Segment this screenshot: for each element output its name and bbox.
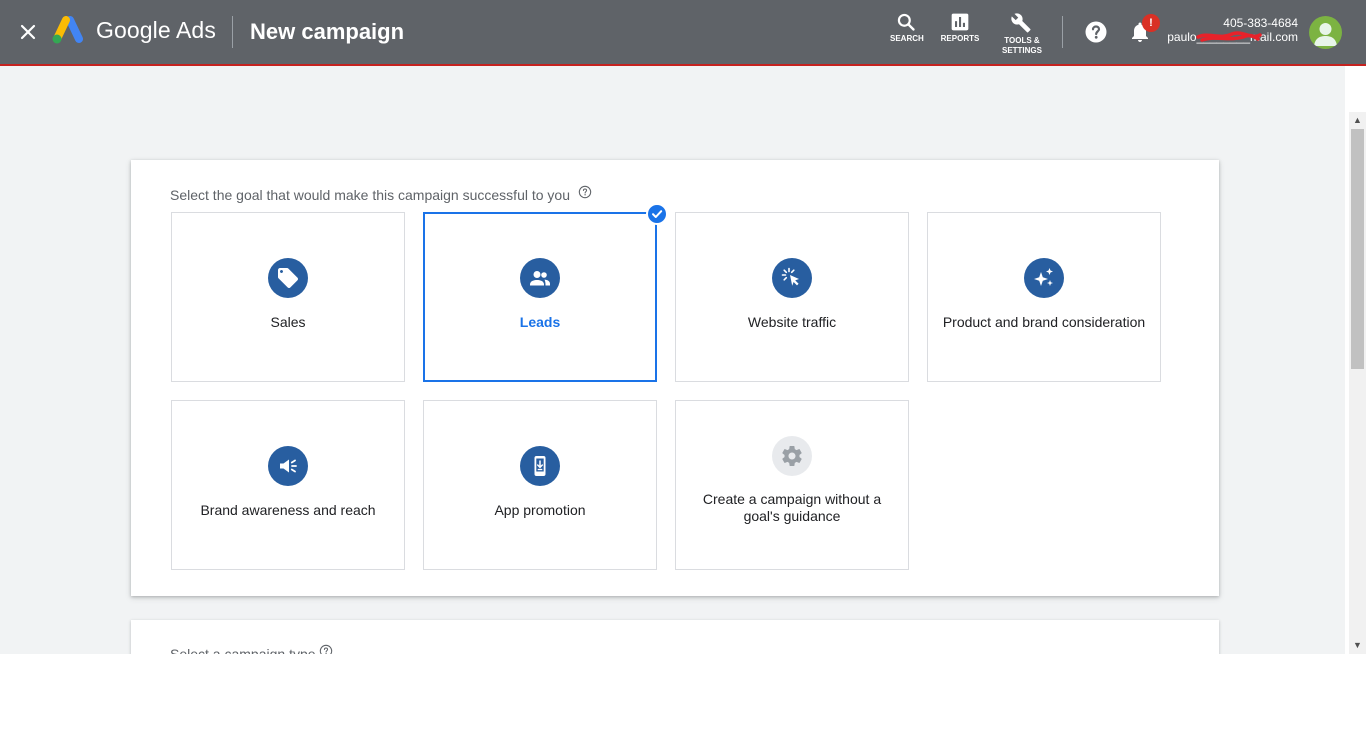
goal-label: Sales [270, 314, 306, 330]
tools-label-line2: SETTINGS [1001, 46, 1042, 55]
wrench-icon [1011, 13, 1031, 33]
goal-tile-no-guidance[interactable]: Create a campaign without a goal's guida… [675, 400, 909, 570]
scroll-up-arrow-icon[interactable]: ▲ [1349, 112, 1366, 129]
goal-tile-website-traffic[interactable]: Website traffic [675, 212, 909, 382]
goal-label: Create a campaign without a goal's guida… [702, 491, 882, 524]
top-bar: Google Ads New campaign SEARCH REPORTS T… [0, 0, 1366, 66]
reports-label: REPORTS [940, 34, 980, 43]
reports-icon [951, 13, 969, 31]
goal-label: Brand awareness and reach [200, 502, 376, 518]
search-icon [897, 13, 915, 31]
header-separator [1062, 16, 1063, 48]
goal-label: Website traffic [747, 314, 837, 330]
redaction-scribble [1196, 31, 1262, 42]
search-button[interactable]: SEARCH [890, 12, 924, 44]
scrollbar-thumb[interactable] [1351, 129, 1364, 369]
header-divider [232, 16, 233, 48]
page-title: New campaign [250, 19, 405, 44]
goal-tile-brand-awareness-reach[interactable]: Brand awareness and reach [171, 400, 405, 570]
avatar[interactable] [1309, 16, 1342, 49]
tag-icon [268, 258, 308, 298]
goal-tile-sales[interactable]: Sales [171, 212, 405, 382]
selected-check-icon [646, 203, 668, 225]
goal-label: App promotion [494, 502, 586, 518]
notification-badge: ! [1142, 14, 1160, 32]
sparkle-icon [1024, 258, 1064, 298]
goal-tile-product-brand-consideration[interactable]: Product and brand consideration [927, 212, 1161, 382]
help-circle-icon[interactable] [319, 644, 333, 654]
below-viewport-area [0, 654, 1366, 730]
google-ads-logo-icon [52, 16, 83, 44]
campaign-type-prompt: Select a campaign type [170, 646, 316, 654]
goal-tile-app-promotion[interactable]: App promotion [423, 400, 657, 570]
brand-name: Google Ads [96, 17, 216, 43]
search-label: SEARCH [890, 34, 924, 43]
goal-prompt: Select the goal that would make this cam… [170, 187, 570, 203]
megaphone-icon [268, 446, 308, 486]
tools-settings-button[interactable]: TOOLS & SETTINGS [1000, 12, 1044, 56]
reports-button[interactable]: REPORTS [940, 12, 980, 44]
tools-label-line1: TOOLS & [1004, 36, 1040, 45]
goal-label: Leads [519, 314, 561, 330]
scroll-down-arrow-icon[interactable]: ▼ [1349, 637, 1366, 654]
phone-download-icon [520, 446, 560, 486]
goal-tile-leads[interactable]: Leads [423, 212, 657, 382]
gear-icon [772, 436, 812, 476]
cursor-click-icon [772, 258, 812, 298]
campaign-type-card: Select a campaign type [131, 620, 1219, 654]
goal-label: Product and brand consideration [942, 314, 1146, 330]
people-icon [520, 258, 560, 298]
help-icon[interactable] [1084, 20, 1108, 44]
close-icon[interactable] [16, 20, 40, 44]
person-icon [1314, 23, 1337, 46]
help-circle-icon[interactable] [578, 185, 592, 199]
